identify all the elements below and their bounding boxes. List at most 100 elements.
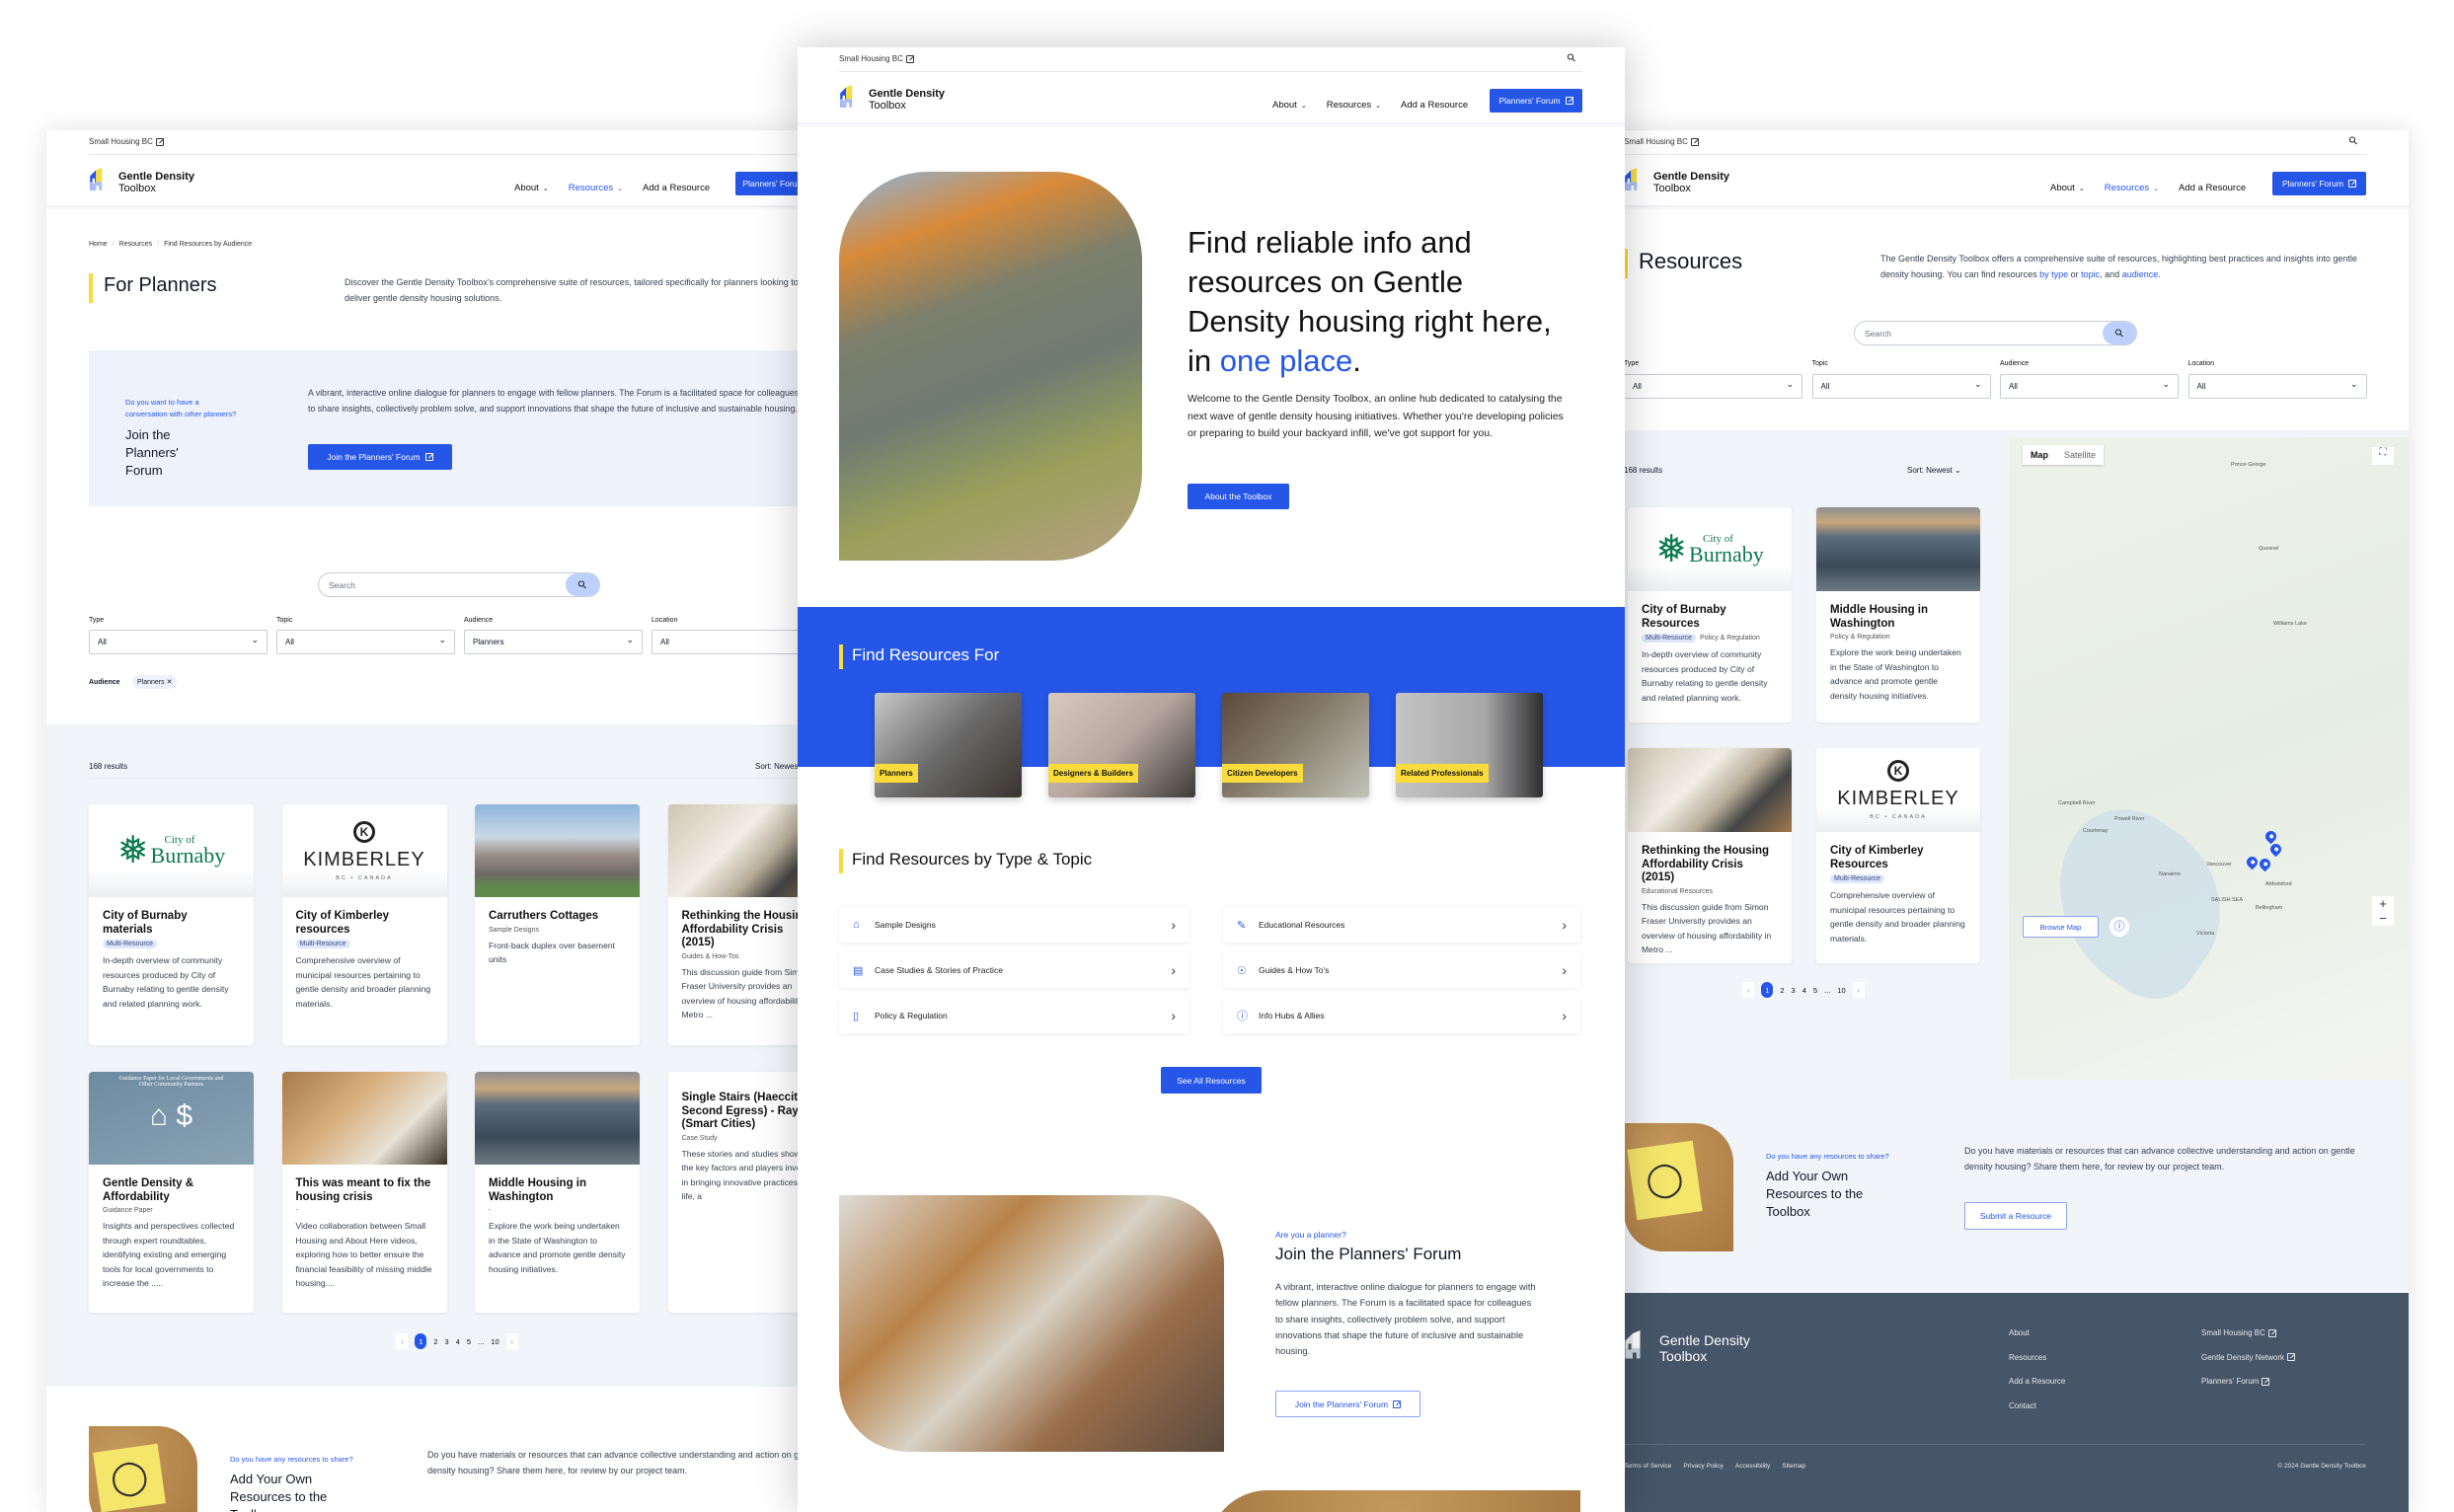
page-5[interactable]: 5 [1813, 986, 1817, 995]
planners-forum-button[interactable]: Planners' Forum [1490, 89, 1582, 113]
active-filter-chip[interactable]: Planners ✕ [132, 675, 178, 689]
nav-add-resource[interactable]: Add a Resource [2179, 183, 2246, 193]
next-page-button[interactable]: › [505, 1333, 518, 1349]
resource-card[interactable]: This was meant to fix the housing crisis… [281, 1072, 447, 1313]
page-10[interactable]: 10 [1837, 986, 1845, 995]
search-button[interactable]: ⚲ [2103, 322, 2136, 344]
footer-external-link[interactable]: Small Housing BC [2201, 1328, 2276, 1337]
search-button[interactable]: ⚲ [566, 573, 599, 596]
topic-link[interactable]: topic [2081, 269, 2100, 279]
join-forum-button[interactable]: Join the Planners' Forum [308, 444, 452, 470]
small-housing-bc-link[interactable]: Small Housing BC [1624, 137, 1699, 146]
resource-card[interactable]: Carruthers Cottages Sample Designs Front-b… [475, 804, 640, 1045]
small-housing-bc-link[interactable]: Small Housing BC [89, 137, 164, 146]
resource-map[interactable]: Prince George Quesnel Williams Lake Campbel… [2009, 437, 2409, 1080]
next-page-button[interactable]: › [1852, 982, 1865, 998]
search-icon[interactable]: ⚲ [1565, 50, 1578, 65]
toolbox-logo[interactable]: Gentle Density Toolbox [1624, 168, 1729, 196]
page-3[interactable]: 3 [445, 1337, 449, 1346]
audience-link[interactable]: audience [2122, 269, 2159, 279]
page-...[interactable]: ... [478, 1337, 484, 1346]
planners-forum-button[interactable]: Planners' Forum [2272, 172, 2366, 195]
join-forum-button[interactable]: Join the Planners' Forum [1275, 1391, 1420, 1417]
map-tab-satellite[interactable]: Satellite [2056, 445, 2104, 465]
audience-card-designers-builders[interactable]: Designers & Builders [1048, 693, 1195, 797]
toolbox-logo[interactable]: Gentle Density Toolbox [89, 168, 194, 196]
browse-map-button[interactable]: Browse Map [2023, 916, 2099, 938]
page-...[interactable]: ... [1824, 986, 1830, 995]
resource-card[interactable]: Middle Housing in Washington - Explore the… [475, 1072, 640, 1313]
nav-add-resource[interactable]: Add a Resource [643, 183, 710, 193]
nav-add-resource[interactable]: Add a Resource [1401, 100, 1468, 111]
search-input[interactable]: Search [329, 580, 566, 590]
filter-location-select[interactable]: All ⌄ [2187, 374, 2367, 399]
filter-type-select[interactable]: All ⌄ [89, 630, 268, 654]
page-2[interactable]: 2 [433, 1337, 437, 1346]
map-info-icon[interactable]: ⓘ [2109, 917, 2129, 937]
footer-external-link[interactable]: Gentle Density Network [2201, 1353, 2296, 1362]
by-type-link[interactable]: by type [2039, 269, 2068, 279]
about-toolbox-button[interactable]: About the Toolbox [1188, 484, 1289, 509]
nav-resources[interactable]: Resources ⌄ [2105, 183, 2159, 193]
resource-card[interactable]: K KIMBERLEY BC • CANADA City of Kimberley r… [281, 804, 447, 1045]
submit-resource-button[interactable]: Submit a Resource [1964, 1202, 2067, 1230]
filter-topic-select[interactable]: All ⌄ [1811, 374, 1991, 399]
audience-card-related-professionals[interactable]: Related Professionals [1396, 693, 1543, 797]
search-icon[interactable]: ⚲ [2346, 133, 2360, 148]
footer-link[interactable]: Add a Resource [2009, 1377, 2065, 1386]
footer-link[interactable]: Resources [2009, 1353, 2046, 1362]
page-1[interactable]: 1 [415, 1333, 427, 1349]
type-link-educational-resources[interactable]: ✎ Educational Resources › [1223, 907, 1580, 943]
resource-card[interactable]: ❅ City of Burnaby City of Burnaby Resources… [1628, 507, 1792, 722]
sort-dropdown[interactable]: Sort: Newest [755, 762, 801, 771]
filter-audience-select[interactable]: All ⌄ [2000, 374, 2179, 399]
filter-audience-select[interactable]: Planners ⌄ [464, 630, 643, 654]
fullscreen-button[interactable]: ⛶ [2372, 447, 2394, 465]
nav-about[interactable]: About ⌄ [2050, 183, 2085, 193]
resource-card[interactable]: ❅ City of Burnaby City of Burnaby materials… [89, 804, 254, 1045]
see-all-resources-button[interactable]: See All Resources [1161, 1067, 1262, 1094]
footer-external-link[interactable]: Planners' Forum [2201, 1377, 2270, 1386]
audience-card-planners[interactable]: Planners [875, 693, 1022, 797]
page-4[interactable]: 4 [456, 1337, 460, 1346]
filter-type-select[interactable]: All ⌄ [1624, 374, 1802, 399]
search-input[interactable]: Search [1865, 329, 2103, 339]
legal-link[interactable]: Terms of Service [1624, 1463, 1671, 1470]
type-link-sample-designs[interactable]: ⌂ Sample Designs › [839, 907, 1189, 943]
legal-link[interactable]: Privacy Policy [1683, 1463, 1723, 1470]
page-2[interactable]: 2 [1780, 986, 1784, 995]
prev-page-button[interactable]: ‹ [1742, 982, 1755, 998]
legal-link[interactable]: Accessibility [1735, 1463, 1770, 1470]
footer-link[interactable]: About [2009, 1328, 2030, 1337]
page-1[interactable]: 1 [1761, 982, 1774, 998]
sort-dropdown[interactable]: Sort: Newest ⌄ [1907, 466, 1961, 475]
nav-about[interactable]: About ⌄ [1272, 100, 1307, 111]
zoom-out-button[interactable]: − [2372, 911, 2394, 926]
page-10[interactable]: 10 [491, 1337, 498, 1346]
toolbox-logo[interactable]: Gentle Density Toolbox [839, 85, 945, 113]
map-pin-icon[interactable] [2244, 854, 2261, 870]
small-housing-bc-link[interactable]: Small Housing BC [839, 54, 914, 63]
map-pin-icon[interactable] [2262, 828, 2279, 845]
resource-card[interactable]: Rethinking the Housing Affordability Cri… [1628, 748, 1792, 963]
type-link-policy-regulation[interactable]: ▯ Policy & Regulation › [839, 998, 1189, 1033]
filter-topic-select[interactable]: All ⌄ [276, 630, 455, 654]
legal-link[interactable]: Sitemap [1782, 1463, 1805, 1470]
page-3[interactable]: 3 [1792, 986, 1796, 995]
resource-card[interactable]: K KIMBERLEY BC • CANADA City of Kimberley R… [1816, 748, 1980, 963]
map-pin-icon[interactable] [2257, 856, 2273, 872]
type-link-info-hubs-allies[interactable]: ⓘ Info Hubs & Allies › [1223, 998, 1580, 1033]
page-4[interactable]: 4 [1802, 986, 1806, 995]
nav-about[interactable]: About ⌄ [514, 183, 549, 193]
zoom-in-button[interactable]: + [2372, 896, 2394, 911]
map-tab-map[interactable]: Map [2023, 445, 2056, 465]
resource-card[interactable]: Guidance Paper for Local Governments and… [89, 1072, 254, 1313]
resource-card[interactable]: Middle Housing in Washington Policy & Reg… [1816, 507, 1980, 722]
breadcrumb-item[interactable]: Resources [119, 241, 152, 248]
nav-resources[interactable]: Resources ⌄ [1327, 100, 1381, 111]
nav-resources[interactable]: Resources ⌄ [569, 183, 623, 193]
type-link-guides-how-to-s[interactable]: ☉ Guides & How To's › [1223, 952, 1580, 988]
type-link-case-studies-stories-of-practice[interactable]: ▤ Case Studies & Stories of Practice › [839, 952, 1189, 988]
breadcrumb-item[interactable]: Home [89, 241, 108, 248]
audience-card-citizen-developers[interactable]: Citizen Developers [1222, 693, 1369, 797]
